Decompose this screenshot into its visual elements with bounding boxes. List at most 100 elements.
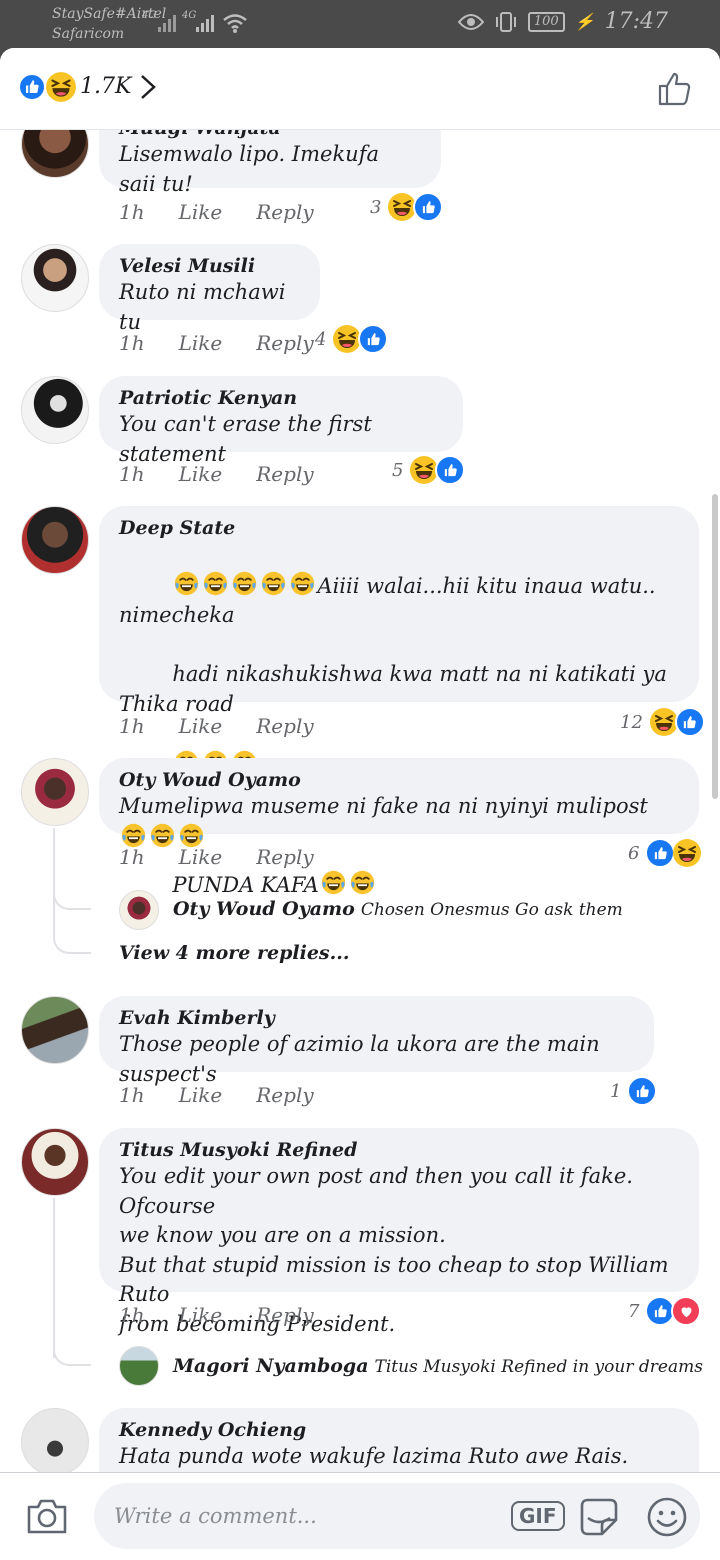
like-icon [674,707,705,737]
comment-text: Those people of azimio la ukora are the … [119,1032,607,1086]
status-bar: StaySafe#Airtel Safaricom 4G 4G 100 ⚡ 17… [0,0,720,48]
like-icon [627,1076,658,1106]
commenter-name[interactable]: Evah Kimberly [119,1006,634,1030]
charging-icon: ⚡ [574,12,595,31]
comments-list: Mũũgĩ Wanjata Lisemwalo lipo. Imekufa sa… [0,48,720,1560]
comment-actions: 1h Like Reply [119,1083,314,1107]
comment-composer: GIF [0,1472,720,1560]
avatar[interactable] [21,1408,89,1476]
comment-text-line: hadi nikashukishwa kwa matt na ni katika… [119,662,674,716]
network-type-1: 4G [142,10,157,21]
sticker-icon[interactable] [578,1496,620,1538]
comment-text: Lisemwalo lipo. Imekufa saii tu! [119,142,386,196]
commenter-name[interactable]: Kennedy Ochieng [119,1418,679,1442]
reply-button[interactable]: Reply [256,462,313,486]
avatar[interactable] [21,758,89,826]
battery-level: 100 [527,11,565,32]
status-right: 100 ⚡ 17:47 [457,9,668,34]
reply-author[interactable]: Oty Woud Oyamo [173,898,355,920]
comment-text-line: Mumelipwa museme ni fake na ni nyinyi mu… [119,794,648,818]
commenter-name[interactable]: Patriotic Kenyan [119,386,443,410]
reply-text: Titus Musyoki Refined in your dreams [374,1357,703,1377]
comment-reactions[interactable]: 6 [628,838,702,868]
comment-bubble: Oty Woud Oyamo Mumelipwa museme ni fake … [99,758,699,834]
clock: 17:47 [604,9,668,34]
network-type-2: 4G [182,10,197,21]
comment-reactions[interactable]: 12 [620,707,705,737]
comment-reactions[interactable]: 3 [370,192,444,222]
reply-preview[interactable]: Magori Nyamboga Titus Musyoki Refined in … [173,1355,703,1377]
scrollbar[interactable] [712,494,718,799]
like-button[interactable]: Like [179,462,223,486]
gif-button[interactable]: GIF [511,1501,565,1531]
commenter-name[interactable]: Titus Musyoki Refined [119,1138,679,1162]
camera-icon[interactable] [26,1497,68,1535]
thread-connector [53,934,91,954]
avatar[interactable] [21,244,89,312]
avatar[interactable] [21,506,89,574]
like-button[interactable]: Like [179,714,223,738]
view-more-replies-link[interactable]: View 4 more replies... [119,942,349,964]
thread-line [53,1198,55,1358]
comment-text-line: But that stupid mission is too cheap to … [119,1252,676,1307]
like-button[interactable]: Like [179,200,223,224]
comment-actions: 1h Like Reply [119,331,314,355]
reactions-header[interactable]: 1.7K [0,48,720,130]
comment-reactions[interactable]: 1 [610,1076,658,1106]
chevron-right-icon[interactable] [134,70,160,104]
comment-actions: 1h Like Reply [119,200,314,224]
reply-button[interactable]: Reply [256,714,313,738]
like-button[interactable]: Like [179,1303,223,1327]
like-icon [435,455,466,485]
like-button[interactable]: Like [179,1083,223,1107]
commenter-name[interactable]: Velesi Musili [119,254,300,278]
comment-bubble: Titus Musyoki Refined You edit your own … [99,1128,699,1336]
vibrate-icon [495,11,516,32]
reply-author[interactable]: Magori Nyamboga [173,1355,369,1377]
reply-button[interactable]: Reply [256,845,313,869]
emoji-icon[interactable] [646,1496,688,1538]
reaction-count: 12 [620,711,643,733]
reaction-count[interactable]: 1.7K [80,74,131,99]
comment-bubble: Patriotic Kenyan You can't erase the fir… [99,376,463,466]
like-button[interactable]: Like [179,845,223,869]
eye-icon [457,13,484,30]
reply-button[interactable]: Reply [256,1303,313,1327]
reply-preview[interactable]: Oty Woud Oyamo Chosen Onesmus Go ask them [173,898,623,920]
reply-button[interactable]: Reply [256,1083,313,1107]
avatar[interactable] [21,376,89,444]
like-button[interactable]: Like [179,331,223,355]
reply-avatar[interactable] [119,890,159,930]
haha-icon [672,838,702,868]
reply-button[interactable]: Reply [256,331,313,355]
avatar[interactable] [21,996,89,1064]
comment-reactions[interactable]: 5 [392,455,466,485]
like-icon [18,73,46,101]
signal-bars-2-icon [196,12,214,32]
comment-reactions[interactable]: 4 [315,324,389,354]
comment-time: 1h [119,331,145,355]
reaction-count: 5 [392,459,404,481]
reaction-count: 4 [315,328,327,350]
love-icon [671,1296,702,1326]
thread-connector [53,1346,91,1366]
reply-button[interactable]: Reply [256,200,313,224]
commenter-name[interactable]: Oty Woud Oyamo [119,768,679,792]
comment-time: 1h [119,462,145,486]
avatar[interactable] [21,1128,89,1196]
comment-actions: 1h Like Reply [119,462,314,486]
reply-avatar[interactable] [119,1346,159,1386]
comment-text: Ruto ni mchawi tu [119,280,293,334]
comment-bubble: Evah Kimberly Those people of azimio la … [99,996,654,1086]
comment-time: 1h [119,1303,145,1327]
reaction-count: 7 [628,1300,640,1322]
carrier-2: Safaricom [52,26,125,42]
comment-reactions[interactable]: 7 [628,1296,702,1326]
reaction-count: 3 [370,196,382,218]
like-outline-icon[interactable] [656,70,694,108]
like-icon [413,192,444,222]
like-icon [645,838,676,868]
comment-text-line: PUNDA KAFA [172,872,319,897]
comment-actions: 1h Like Reply [119,1303,314,1327]
commenter-name[interactable]: Deep State [119,516,679,540]
